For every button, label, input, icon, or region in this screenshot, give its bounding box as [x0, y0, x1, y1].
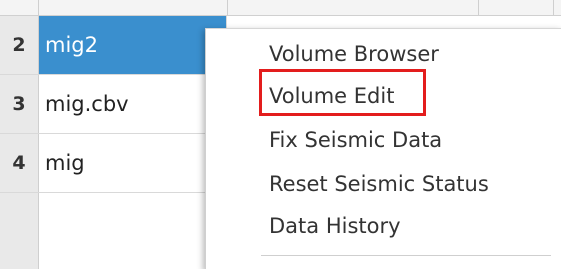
table-cell-name[interactable]: mig: [39, 134, 227, 192]
menu-item-fix-seismic-data[interactable]: Fix Seismic Data: [206, 119, 561, 161]
menu-item-volume-browser[interactable]: Volume Browser: [206, 33, 561, 75]
row-number: 4: [12, 152, 26, 174]
context-menu: Volume Browser Volume Edit Fix Seismic D…: [205, 28, 561, 269]
row-number: 3: [12, 93, 26, 115]
column-divider: [38, 0, 39, 15]
column-divider: [553, 0, 554, 15]
menu-item-volume-edit[interactable]: Volume Edit: [206, 75, 561, 117]
column-divider: [227, 0, 228, 15]
table-cell-name[interactable]: mig2: [39, 16, 227, 74]
table-cell-name[interactable]: mig.cbv: [39, 75, 227, 133]
menu-item-data-history[interactable]: Data History: [206, 205, 561, 247]
menu-item-reset-seismic-status[interactable]: Reset Seismic Status: [206, 163, 561, 205]
screen: 2 mig2 3 mig.cbv 4 mig Volume Browser Vo…: [0, 0, 561, 269]
menu-separator: [261, 255, 551, 256]
column-divider: [478, 0, 479, 15]
table-header-strip: [0, 0, 561, 16]
row-number: 2: [12, 34, 26, 56]
